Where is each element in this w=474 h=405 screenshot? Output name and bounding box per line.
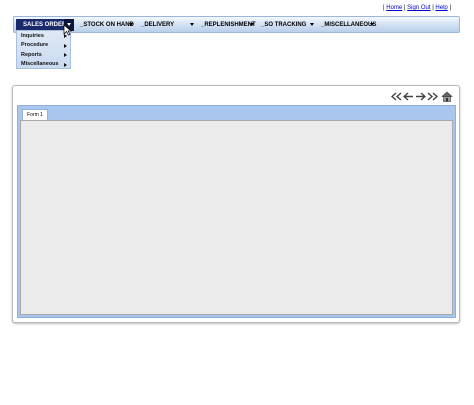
menu-so-tracking[interactable]: _SO TRACKING: [261, 19, 317, 31]
main-panel: Form 1: [12, 85, 460, 323]
chevron-down-icon: [129, 23, 133, 26]
next-record-icon[interactable]: [415, 92, 426, 101]
chevron-down-icon: [190, 23, 194, 26]
dropdown-item-label: Procedure: [21, 42, 49, 49]
last-record-icon[interactable]: [427, 92, 438, 101]
main-menu-bar: SALES ORDER _STOCK ON HAND _DELIVERY _RE…: [13, 16, 460, 33]
form-content-area: [20, 120, 453, 315]
dropdown-item-label: Reports: [21, 51, 42, 58]
chevron-right-icon: [64, 62, 67, 67]
chevron-down-icon: [250, 23, 254, 26]
menu-label: _DELIVERY: [141, 22, 175, 28]
dropdown-item-miscellaneous[interactable]: Miscellaneous: [17, 60, 70, 70]
menu-label: SALES ORDER: [23, 22, 67, 28]
mouse-pointer-icon: [63, 24, 72, 36]
previous-record-icon[interactable]: [403, 92, 414, 101]
chevron-right-icon: [64, 43, 67, 48]
chevron-down-icon: [370, 23, 374, 26]
menu-label: _STOCK ON HAND: [80, 22, 134, 28]
link-separator: |: [449, 5, 451, 11]
sign-out-link[interactable]: Sign Out: [407, 5, 430, 11]
home-icon[interactable]: [441, 91, 453, 102]
link-separator: |: [432, 5, 434, 11]
record-navigation: [391, 91, 453, 102]
chevron-right-icon: [64, 53, 67, 57]
menu-label: _SO TRACKING: [261, 22, 307, 28]
top-links: | Home | Sign Out | Help |: [383, 5, 451, 11]
tab-form-1[interactable]: Form 1: [22, 109, 48, 120]
home-link[interactable]: Home: [386, 5, 402, 11]
tab-label: Form 1: [27, 112, 43, 118]
dropdown-item-label: Inquiries: [21, 32, 44, 39]
menu-replenishment[interactable]: _REPLENISHMENT: [201, 19, 257, 31]
link-separator: |: [383, 5, 385, 11]
menu-delivery[interactable]: _DELIVERY: [141, 19, 197, 31]
menu-label: _MISCELLANEOUS: [321, 22, 377, 28]
link-separator: |: [403, 5, 406, 11]
form-container: Form 1: [17, 105, 456, 318]
chevron-down-icon: [310, 23, 314, 26]
menu-stock-on-hand[interactable]: _STOCK ON HAND: [80, 19, 136, 31]
dropdown-item-reports[interactable]: Reports: [17, 50, 70, 60]
menu-miscellaneous[interactable]: _MISCELLANEOUS: [321, 19, 377, 31]
dropdown-item-procedure[interactable]: Procedure: [17, 41, 70, 51]
first-record-icon[interactable]: [391, 92, 402, 101]
help-link[interactable]: Help: [435, 5, 447, 11]
dropdown-item-label: Miscellaneous: [21, 61, 59, 68]
menu-label: _REPLENISHMENT: [201, 22, 256, 28]
